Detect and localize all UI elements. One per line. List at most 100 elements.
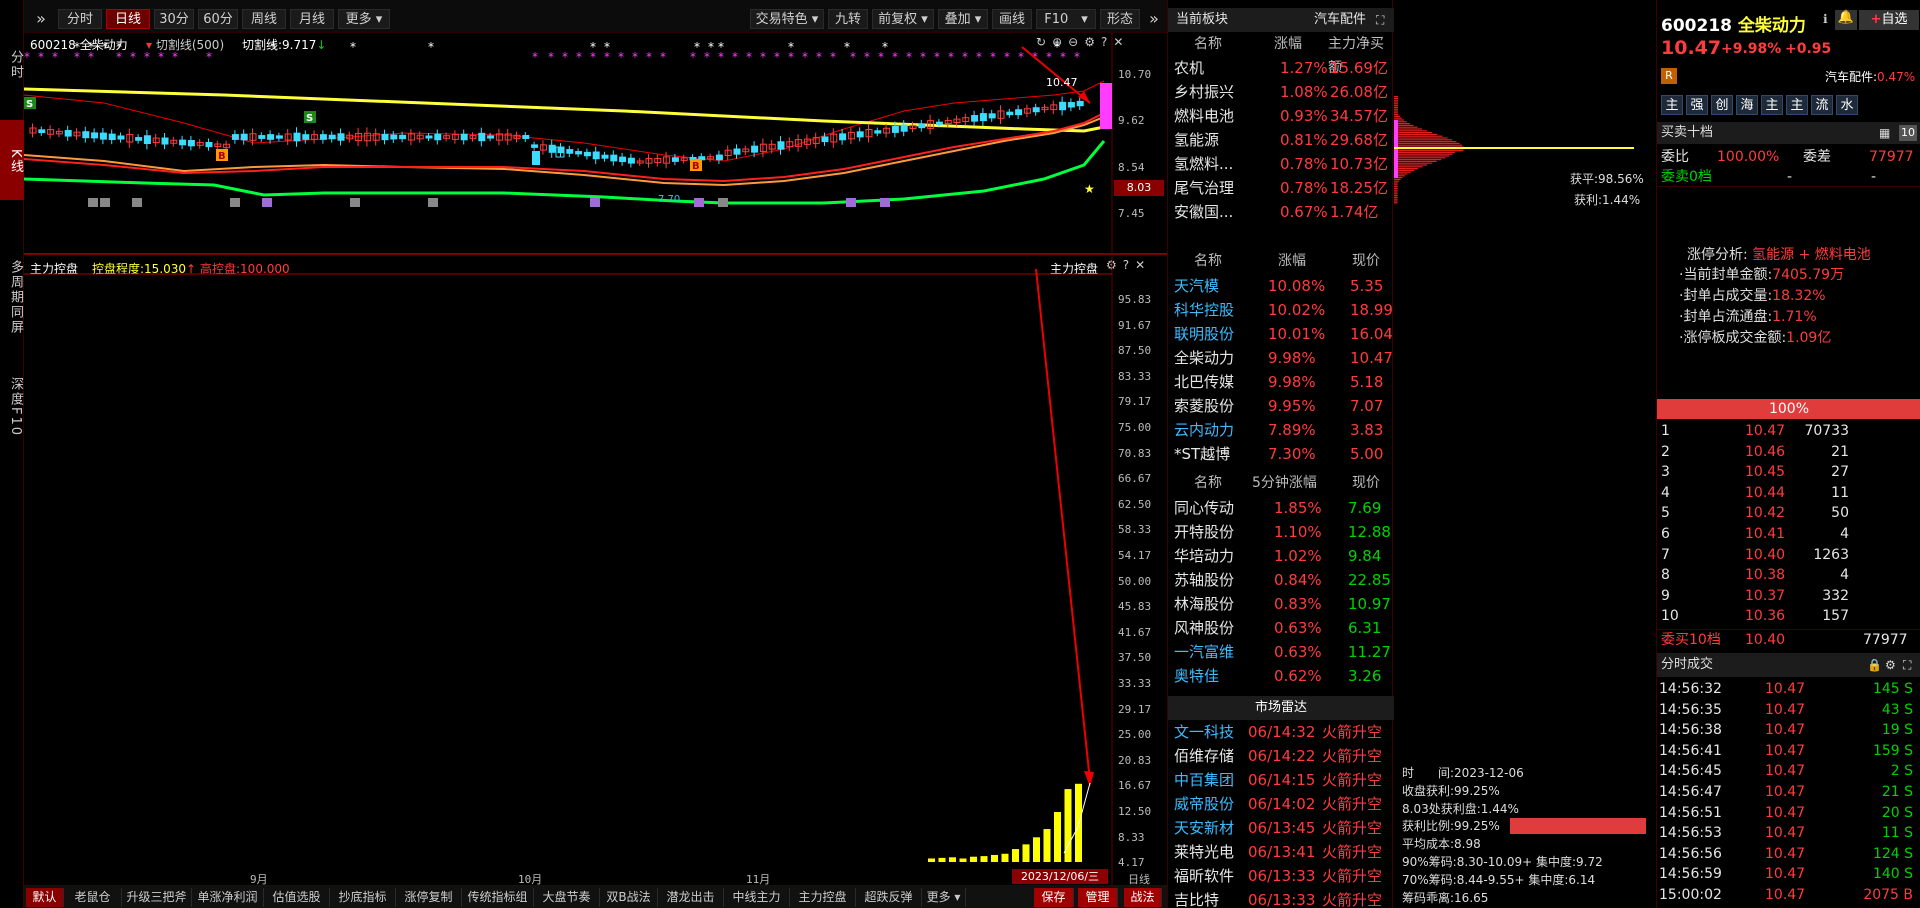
tb-60min[interactable]: 60分 [198,9,238,29]
calculator-icon[interactable]: ▦ [1879,122,1890,144]
chip-distribution[interactable]: 获平:98.56% 获利:1.44% 时 间:2023-12-06 收盘获利:99… [1394,0,1656,908]
settings-icon[interactable]: ⚙ [1885,653,1896,677]
tb-weekly[interactable]: 周线 [242,9,286,29]
stock-row[interactable]: 科华控股 10.02% 18.99 [1168,298,1394,322]
tab-multi-period[interactable]: 多周期同屏 [0,240,24,350]
indicator-tab[interactable]: 更多 ▾ [922,888,966,907]
tb-daily[interactable]: 日线 [106,9,150,29]
indicator-tab[interactable]: 升级三把斧 [122,888,192,907]
sector-row[interactable]: 燃料电池 0.93% 34.57亿 [1168,104,1394,128]
quick-icon[interactable]: 强 [1686,95,1708,115]
column-header[interactable]: 现价 [1352,471,1380,495]
expand-icon[interactable]: » [28,9,54,29]
bell-icon[interactable]: 🔔 [1835,10,1857,30]
info-icon[interactable]: ℹ [1823,12,1828,26]
bid-row[interactable]: 7 10.40 1263 [1657,545,1920,565]
radar-row[interactable]: 中百集团 06/14:15 火箭升空 [1168,768,1394,792]
column-header[interactable]: 现价 [1352,249,1380,273]
tb-monthly[interactable]: 月线 [290,9,334,29]
collapse-icon[interactable]: » [1142,9,1166,29]
stock-row[interactable]: 开特股份 1.10% 12.88 [1168,520,1394,544]
indicator-tab[interactable]: 潜龙出击 [658,888,724,907]
bid-row[interactable]: 4 10.44 11 [1657,483,1920,503]
radar-row[interactable]: 佰维存储 06/14:22 火箭升空 [1168,744,1394,768]
sector-row[interactable]: 农机 1.27% 15.69亿 [1168,56,1394,80]
stock-row[interactable]: 同心传动 1.85% 7.69 [1168,496,1394,520]
expand-icon[interactable]: ⛶ [1903,653,1911,677]
indicator-tab[interactable]: 中线主力 [724,888,790,907]
tab-f10[interactable]: 深度F10 [0,355,24,455]
radar-row[interactable]: 文一科技 06/14:32 火箭升空 [1168,720,1394,744]
tab-kline[interactable]: K线 [0,120,24,200]
ten-level-toggle[interactable]: 10 [1899,125,1917,141]
radar-row[interactable]: 威帝股份 06/14:02 火箭升空 [1168,792,1394,816]
quick-icon[interactable]: 流 [1811,95,1833,115]
lock-icon[interactable]: 🔒 [1867,653,1882,677]
indicator-tab[interactable]: 默认 [26,888,64,907]
stock-row[interactable]: 华培动力 1.02% 9.84 [1168,544,1394,568]
bid-row[interactable]: 1 10.47 70733 [1657,421,1920,441]
tb-fenshi[interactable]: 分时 [58,9,102,29]
radar-row[interactable]: 天安新材 06/13:45 火箭升空 [1168,816,1394,840]
stock-row[interactable]: 奥特佳 0.62% 3.26 [1168,664,1394,688]
column-header[interactable]: 涨幅 [1278,249,1306,273]
column-header[interactable]: 名称 [1194,249,1222,273]
stock-row[interactable]: 天汽模 10.08% 5.35 [1168,274,1394,298]
quick-icon[interactable]: 海 [1736,95,1758,115]
radar-row[interactable]: 莱特光电 06/13:41 火箭升空 [1168,840,1394,864]
radar-row[interactable]: 吉比特 06/13:33 火箭升空 [1168,888,1394,908]
tb-trade-feature[interactable]: 交易特色 ▾ [750,9,824,29]
tb-pattern[interactable]: 形态 [1100,9,1140,29]
expand-icon[interactable]: ⛶ [1376,8,1384,32]
tb-overlay[interactable]: 叠加 ▾ [938,9,988,29]
indicator-tab[interactable]: 涨停复制 [396,888,462,907]
bid-row[interactable]: 5 10.42 50 [1657,503,1920,523]
indicator-tab[interactable]: 大盘节奏 [534,888,600,907]
column-header[interactable]: 5分钟涨幅 [1252,471,1317,495]
stock-row[interactable]: 联明股份 10.01% 16.04 [1168,322,1394,346]
sector-row[interactable]: 氢燃料... 0.78% 10.73亿 [1168,152,1394,176]
bottom-action-button[interactable]: 保存 [1034,888,1074,907]
indicator-tab[interactable]: 单涨净利润 [192,888,264,907]
sector-row[interactable]: 尾气治理 0.78% 18.25亿 [1168,176,1394,200]
bid-row[interactable]: 9 10.37 332 [1657,586,1920,606]
tb-adjust[interactable]: 前复权 ▾ [872,9,934,29]
tab-fenshi[interactable]: 分时 [0,38,24,88]
column-header[interactable]: 名称 [1194,471,1222,495]
bid-row[interactable]: 3 10.45 27 [1657,462,1920,482]
column-header[interactable]: 涨幅 [1274,32,1302,56]
tb-jiuzhuan[interactable]: 九转 [828,9,868,29]
kline-chart[interactable]: 600218 全柴动力 ▾ 切割线(500) 切割线:9.717↓ ↻⊕⊖⚙?✕… [24,33,1167,255]
bottom-action-button[interactable]: 战法 [1124,888,1162,907]
quick-icon[interactable]: 主 [1661,95,1683,115]
bid-row[interactable]: 8 10.38 4 [1657,565,1920,585]
indicator-tab[interactable]: 老鼠仓 [64,888,122,907]
stock-row[interactable]: 林海股份 0.83% 10.97 [1168,592,1394,616]
indicator-tab[interactable]: 抄底指标 [330,888,396,907]
limit-tags[interactable]: 氢能源 + 燃料电池 [1752,247,1871,263]
radar-row[interactable]: 福昕软件 06/13:33 火箭升空 [1168,864,1394,888]
sector-sub[interactable]: 汽车配件 [1314,8,1366,32]
indicator-tab[interactable]: 超跌反弹 [856,888,922,907]
stock-row[interactable]: 苏轴股份 0.84% 22.85 [1168,568,1394,592]
indicator-tab[interactable]: 双B战法 [600,888,658,907]
indicator-tab[interactable]: 传统指标组 [462,888,534,907]
stock-row[interactable]: 北巴传媒 9.98% 5.18 [1168,370,1394,394]
quick-icon[interactable]: 创 [1711,95,1733,115]
quote-sector[interactable]: 汽车配件:0.47% [1825,68,1915,85]
indicator-tab[interactable]: 主力控盘 [790,888,856,907]
bottom-action-button[interactable]: 管理 [1078,888,1118,907]
bid-row[interactable]: 10 10.36 157 [1657,606,1920,626]
quick-icon[interactable]: 主 [1786,95,1808,115]
stock-row[interactable]: 全柴动力 9.98% 10.47 [1168,346,1394,370]
add-watchlist-button[interactable]: +自选 [1859,10,1919,30]
sector-row[interactable]: 氢能源 0.81% 29.68亿 [1168,128,1394,152]
tb-30min[interactable]: 30分 [154,9,194,29]
quick-icon[interactable]: 水 [1836,95,1858,115]
bid-row[interactable]: 6 10.41 4 [1657,524,1920,544]
bid-row[interactable]: 2 10.46 21 [1657,442,1920,462]
quick-icon[interactable]: 主 [1761,95,1783,115]
stock-row[interactable]: *ST越博 7.30% 5.00 [1168,442,1394,466]
stock-row[interactable]: 索菱股份 9.95% 7.07 [1168,394,1394,418]
indicator-tab[interactable]: 估值选股 [264,888,330,907]
